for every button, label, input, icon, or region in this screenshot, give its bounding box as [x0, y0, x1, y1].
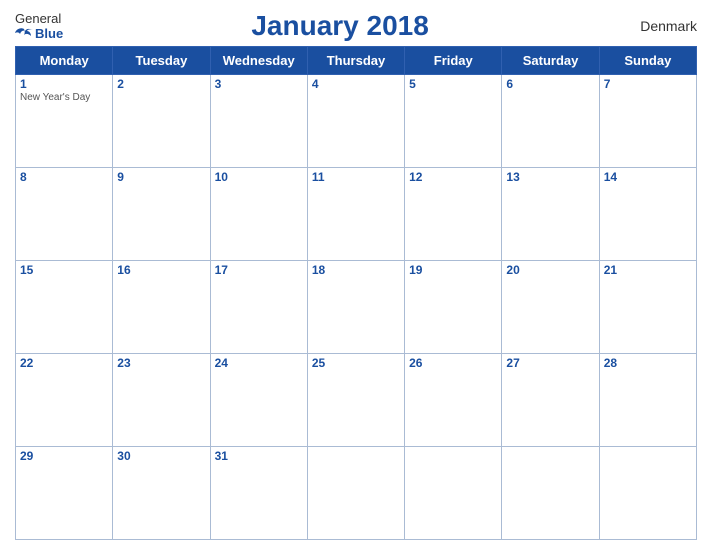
- calendar-day-cell: 5: [405, 75, 502, 168]
- day-number: 19: [409, 263, 497, 277]
- calendar-day-cell: 31: [210, 447, 307, 540]
- calendar-day-cell: 12: [405, 168, 502, 261]
- calendar-day-cell: [405, 447, 502, 540]
- calendar-day-cell: 16: [113, 261, 210, 354]
- calendar-week-row: 29 30 31: [16, 447, 697, 540]
- calendar-day-cell: 20: [502, 261, 599, 354]
- calendar-day-cell: 29: [16, 447, 113, 540]
- calendar-day-cell: 17: [210, 261, 307, 354]
- logo-blue-text: Blue: [35, 26, 63, 41]
- day-number: 17: [215, 263, 303, 277]
- header-saturday: Saturday: [502, 47, 599, 75]
- calendar-week-row: 22 23 24 25 26 27 28: [16, 354, 697, 447]
- header-sunday: Sunday: [599, 47, 696, 75]
- day-number: 15: [20, 263, 108, 277]
- calendar-day-cell: 25: [307, 354, 404, 447]
- weekday-header-row: Monday Tuesday Wednesday Thursday Friday…: [16, 47, 697, 75]
- calendar-week-row: 89 10 11 12 13 14: [16, 168, 697, 261]
- calendar-day-cell: 23: [113, 354, 210, 447]
- logo-general-text: General: [15, 11, 61, 26]
- calendar-day-cell: 13: [502, 168, 599, 261]
- day-number: 8: [20, 170, 108, 184]
- calendar-day-cell: 11: [307, 168, 404, 261]
- logo: General Blue: [15, 11, 63, 41]
- header-monday: Monday: [16, 47, 113, 75]
- calendar-day-cell: 28: [599, 354, 696, 447]
- calendar-day-cell: 2: [113, 75, 210, 168]
- day-number: 27: [506, 356, 594, 370]
- day-number: 11: [312, 170, 400, 184]
- day-number: 9: [117, 170, 205, 184]
- day-number: 3: [215, 77, 303, 91]
- calendar-day-cell: 15: [16, 261, 113, 354]
- day-number: 14: [604, 170, 692, 184]
- calendar-day-cell: [307, 447, 404, 540]
- calendar-day-cell: 14: [599, 168, 696, 261]
- calendar-day-cell: 9: [113, 168, 210, 261]
- calendar-day-cell: 3: [210, 75, 307, 168]
- day-number: 31: [215, 449, 303, 463]
- day-number: 7: [604, 77, 692, 91]
- calendar-day-cell: 1New Year's Day: [16, 75, 113, 168]
- calendar-day-cell: 21: [599, 261, 696, 354]
- day-number: 21: [604, 263, 692, 277]
- calendar-day-cell: [599, 447, 696, 540]
- calendar-day-cell: [502, 447, 599, 540]
- day-number: 4: [312, 77, 400, 91]
- calendar-day-cell: 6: [502, 75, 599, 168]
- day-number: 2: [117, 77, 205, 91]
- day-number: 20: [506, 263, 594, 277]
- day-number: 23: [117, 356, 205, 370]
- header-tuesday: Tuesday: [113, 47, 210, 75]
- calendar-day-cell: 24: [210, 354, 307, 447]
- day-number: 29: [20, 449, 108, 463]
- day-number: 30: [117, 449, 205, 463]
- logo-blue-container: Blue: [15, 26, 63, 41]
- day-number: 16: [117, 263, 205, 277]
- day-number: 6: [506, 77, 594, 91]
- top-bar: General Blue January 2018 Denmark: [15, 10, 697, 42]
- holiday-label: New Year's Day: [20, 92, 108, 103]
- day-number: 1: [20, 77, 108, 91]
- day-number: 22: [20, 356, 108, 370]
- calendar-week-row: 1New Year's Day 234567: [16, 75, 697, 168]
- calendar-day-cell: 7: [599, 75, 696, 168]
- calendar-day-cell: 19: [405, 261, 502, 354]
- day-number: 26: [409, 356, 497, 370]
- calendar-day-cell: 18: [307, 261, 404, 354]
- calendar-table: Monday Tuesday Wednesday Thursday Friday…: [15, 46, 697, 540]
- day-number: 28: [604, 356, 692, 370]
- calendar-day-cell: 8: [16, 168, 113, 261]
- header-friday: Friday: [405, 47, 502, 75]
- header-thursday: Thursday: [307, 47, 404, 75]
- day-number: 12: [409, 170, 497, 184]
- day-number: 5: [409, 77, 497, 91]
- calendar-day-cell: 30: [113, 447, 210, 540]
- header-wednesday: Wednesday: [210, 47, 307, 75]
- calendar-title: January 2018: [63, 10, 617, 42]
- calendar-day-cell: 27: [502, 354, 599, 447]
- day-number: 25: [312, 356, 400, 370]
- day-number: 13: [506, 170, 594, 184]
- day-number: 10: [215, 170, 303, 184]
- calendar-day-cell: 10: [210, 168, 307, 261]
- calendar-day-cell: 4: [307, 75, 404, 168]
- calendar-day-cell: 26: [405, 354, 502, 447]
- day-number: 24: [215, 356, 303, 370]
- logo-bird-icon: [15, 27, 33, 41]
- calendar-week-row: 15 16 17 18 19 20 21: [16, 261, 697, 354]
- country-label: Denmark: [617, 18, 697, 34]
- day-number: 18: [312, 263, 400, 277]
- calendar-day-cell: 22: [16, 354, 113, 447]
